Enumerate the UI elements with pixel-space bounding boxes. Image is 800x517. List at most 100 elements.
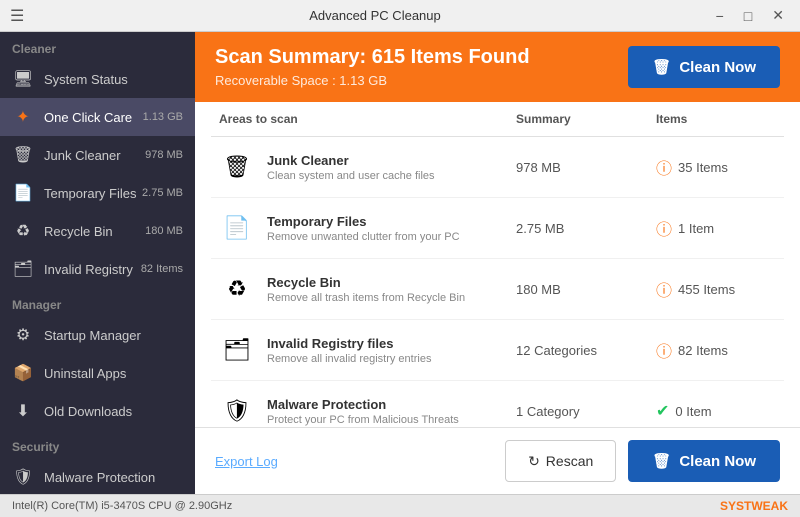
row-info-3: 🗂 Invalid Registry files Remove all inva… xyxy=(219,332,516,368)
sidebar-label-startup-manager: Startup Manager xyxy=(44,328,183,343)
row-info-0: 🗑 Junk Cleaner Clean system and user cac… xyxy=(219,149,516,185)
junk-cleaner-badge: 978 MB xyxy=(145,149,183,161)
scan-header-info: Scan Summary: 615 Items Found Recoverabl… xyxy=(215,46,530,88)
monitor-icon: 🖥 xyxy=(12,68,34,90)
scan-subtitle: Recoverable Space : 1.13 GB xyxy=(215,73,530,88)
rescan-icon: ↻ xyxy=(528,453,540,470)
row-items-3: ⓘ 82 Items xyxy=(656,338,776,362)
clean-now-button-top[interactable]: 🗑 Clean Now xyxy=(628,46,780,88)
sidebar-item-recycle-bin[interactable]: ♻ Recycle Bin 180 MB xyxy=(0,212,195,250)
export-log-link[interactable]: Export Log xyxy=(215,454,278,469)
row-summary-4: 1 Category xyxy=(516,404,656,419)
scan-title: Scan Summary: 615 Items Found xyxy=(215,46,530,69)
row-icon-0: 🗑 xyxy=(219,149,255,185)
sidebar-label-temporary-files: Temporary Files xyxy=(44,186,138,201)
row-desc-2: Remove all trash items from Recycle Bin xyxy=(267,292,465,304)
row-status-icon-4: ✔ xyxy=(656,401,669,421)
row-title-1: Temporary Files xyxy=(267,214,460,229)
table-footer: Export Log ↻ Rescan 🗑 Clean Now xyxy=(195,427,800,494)
row-summary-0: 978 MB xyxy=(516,160,656,175)
row-desc-3: Remove all invalid registry entries xyxy=(267,353,431,365)
row-summary-1: 2.75 MB xyxy=(516,221,656,236)
row-info-1: 📄 Temporary Files Remove unwanted clutte… xyxy=(219,210,516,246)
sidebar-item-old-downloads[interactable]: ⬇ Old Downloads xyxy=(0,392,195,430)
startup-icon: ⚙ xyxy=(12,324,34,346)
tweak-text: TWEAK xyxy=(744,499,788,513)
row-status-icon-3: ⓘ xyxy=(656,338,672,362)
col-areas: Areas to scan xyxy=(219,112,516,126)
table-area: Areas to scan Summary Items 🗑 Junk Clean… xyxy=(195,102,800,427)
row-items-count-4: 0 Item xyxy=(675,404,711,419)
row-title-4: Malware Protection xyxy=(267,397,459,412)
table-header: Areas to scan Summary Items xyxy=(211,102,784,137)
close-button[interactable]: ✕ xyxy=(766,5,790,26)
trash-icon-bottom: 🗑 xyxy=(652,452,671,470)
row-summary-3: 12 Categories xyxy=(516,343,656,358)
shield-icon: 🛡 xyxy=(12,466,34,488)
manager-section-label: Manager xyxy=(0,288,195,316)
row-summary-2: 180 MB xyxy=(516,282,656,297)
menu-icon[interactable]: ☰ xyxy=(10,6,24,26)
clean-now-button-bottom[interactable]: 🗑 Clean Now xyxy=(628,440,780,482)
temp-icon: 📄 xyxy=(12,182,34,204)
sidebar-item-one-click-care[interactable]: ✦ One Click Care 1.13 GB xyxy=(0,98,195,136)
sidebar-item-malware-protection[interactable]: 🛡 Malware Protection xyxy=(0,458,195,494)
main-content: Scan Summary: 615 Items Found Recoverabl… xyxy=(195,32,800,494)
row-icon-1: 📄 xyxy=(219,210,255,246)
clean-now-label-top: Clean Now xyxy=(679,59,756,76)
row-desc-0: Clean system and user cache files xyxy=(267,170,435,182)
security-section-label: Security xyxy=(0,430,195,458)
sidebar-item-junk-cleaner[interactable]: 🗑 Junk Cleaner 978 MB xyxy=(0,136,195,174)
scan-header: Scan Summary: 615 Items Found Recoverabl… xyxy=(195,32,800,102)
sidebar-item-invalid-registry[interactable]: 🗂 Invalid Registry 82 Items xyxy=(0,250,195,288)
maximize-button[interactable]: □ xyxy=(738,5,758,26)
row-icon-4: 🛡 xyxy=(219,393,255,427)
sidebar-item-temporary-files[interactable]: 📄 Temporary Files 2.75 MB xyxy=(0,174,195,212)
recycle-icon: ♻ xyxy=(12,220,34,242)
window-controls: − □ ✕ xyxy=(710,5,790,26)
rescan-label: Rescan xyxy=(546,453,593,469)
row-desc-4: Protect your PC from Malicious Threats xyxy=(267,414,459,426)
row-items-2: ⓘ 455 Items xyxy=(656,277,776,301)
junk-icon: 🗑 xyxy=(12,144,34,166)
row-status-icon-1: ⓘ xyxy=(656,216,672,240)
row-info-4: 🛡 Malware Protection Protect your PC fro… xyxy=(219,393,516,427)
table-row: 🗑 Junk Cleaner Clean system and user cac… xyxy=(211,137,784,198)
temporary-files-badge: 2.75 MB xyxy=(142,187,183,199)
row-items-count-0: 35 Items xyxy=(678,160,728,175)
sidebar-label-old-downloads: Old Downloads xyxy=(44,404,183,419)
invalid-registry-badge: 82 Items xyxy=(141,263,183,275)
systweak-logo: SYSTWEAK xyxy=(720,499,788,513)
sidebar-label-recycle-bin: Recycle Bin xyxy=(44,224,141,239)
trash-icon-top: 🗑 xyxy=(652,58,671,76)
cleaner-section-label: Cleaner xyxy=(0,32,195,60)
row-title-0: Junk Cleaner xyxy=(267,153,435,168)
sidebar-label-malware-protection: Malware Protection xyxy=(44,470,183,485)
row-items-0: ⓘ 35 Items xyxy=(656,155,776,179)
col-items: Items xyxy=(656,112,776,126)
row-status-icon-0: ⓘ xyxy=(656,155,672,179)
clean-now-label-bottom: Clean Now xyxy=(679,453,756,470)
row-status-icon-2: ⓘ xyxy=(656,277,672,301)
sidebar-label-invalid-registry: Invalid Registry xyxy=(44,262,137,277)
rescan-button[interactable]: ↻ Rescan xyxy=(505,440,616,482)
row-icon-2: ♻ xyxy=(219,271,255,307)
minimize-button[interactable]: − xyxy=(710,5,730,26)
col-summary: Summary xyxy=(516,112,656,126)
row-icon-3: 🗂 xyxy=(219,332,255,368)
title-bar: ☰ Advanced PC Cleanup − □ ✕ xyxy=(0,0,800,32)
sidebar-item-system-status[interactable]: 🖥 System Status xyxy=(0,60,195,98)
os-bar: Intel(R) Core(TM) i5-3470S CPU @ 2.90GHz… xyxy=(0,494,800,517)
cpu-label: Intel(R) Core(TM) i5-3470S CPU @ 2.90GHz xyxy=(12,500,232,512)
recycle-bin-badge: 180 MB xyxy=(145,225,183,237)
row-items-count-2: 455 Items xyxy=(678,282,735,297)
sidebar: Cleaner 🖥 System Status ✦ One Click Care… xyxy=(0,32,195,494)
row-title-2: Recycle Bin xyxy=(267,275,465,290)
uninstall-icon: 📦 xyxy=(12,362,34,384)
app-title: Advanced PC Cleanup xyxy=(40,8,709,23)
row-desc-1: Remove unwanted clutter from your PC xyxy=(267,231,460,243)
sidebar-item-uninstall-apps[interactable]: 📦 Uninstall Apps xyxy=(0,354,195,392)
table-row: ♻ Recycle Bin Remove all trash items fro… xyxy=(211,259,784,320)
sidebar-item-startup-manager[interactable]: ⚙ Startup Manager xyxy=(0,316,195,354)
footer-buttons: ↻ Rescan 🗑 Clean Now xyxy=(505,440,780,482)
